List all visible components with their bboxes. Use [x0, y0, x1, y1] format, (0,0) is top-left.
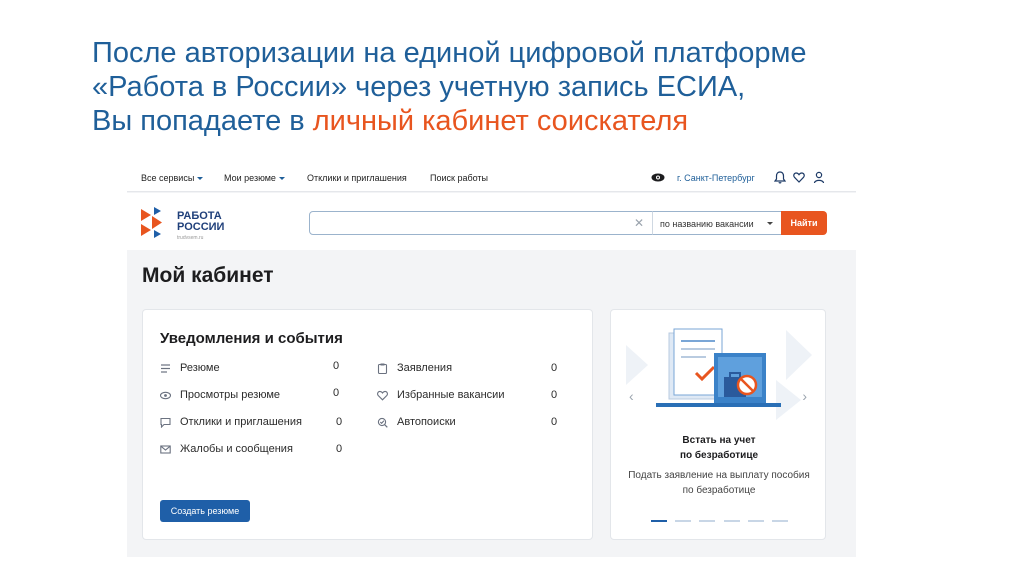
carousel-dot[interactable] — [724, 520, 740, 522]
clear-icon[interactable]: ✕ — [634, 216, 644, 230]
slide-title-prefix: Вы попадаете в — [92, 105, 313, 137]
notifications-card: Уведомления и события Резюме 0 Просмотры… — [142, 309, 593, 540]
search-input[interactable]: ✕ — [309, 211, 653, 235]
notif-count: 0 — [336, 416, 343, 428]
slide-title-accent: личный кабинет соискателя — [312, 105, 689, 137]
clipboard-icon — [377, 363, 388, 374]
notif-count: 0 — [551, 416, 558, 428]
chat-icon — [160, 417, 171, 428]
carousel-indicators — [651, 520, 791, 524]
city-selector[interactable]: г. Санкт-Петербург — [677, 173, 755, 183]
slide-title-line-1: После авторизации на единой цифровой пла… — [92, 37, 807, 69]
logo-line-2: РОССИИ — [177, 221, 225, 233]
chevron-left-icon[interactable]: ‹ — [629, 388, 634, 404]
carousel-dot[interactable] — [699, 520, 715, 522]
menu-my-resumes-label: Мои резюме — [224, 173, 276, 183]
carousel-dot[interactable] — [772, 520, 788, 522]
promo-heading: Встать на учет по безработице — [611, 433, 827, 463]
list-icon — [161, 364, 170, 373]
mail-icon — [160, 445, 171, 454]
menu-responses[interactable]: Отклики и приглашения — [307, 173, 407, 183]
notif-count: 0 — [333, 360, 340, 372]
page-title: Мой кабинет — [142, 264, 274, 287]
find-button[interactable]: Найти — [781, 211, 827, 235]
notif-item-label: Отклики и приглашения — [180, 416, 302, 428]
accessibility-eye-icon[interactable] — [651, 173, 665, 182]
user-icon[interactable] — [813, 171, 825, 184]
menu-my-resumes[interactable]: Мои резюме — [224, 173, 285, 183]
app-screenshot: Все сервисы Мои резюме Отклики и приглаш… — [127, 164, 856, 557]
menu-all-services[interactable]: Все сервисы — [141, 173, 204, 183]
chevron-right-icon[interactable]: › — [802, 388, 807, 404]
menu-all-services-label: Все сервисы — [141, 173, 195, 183]
notif-count: 0 — [336, 443, 343, 455]
notif-item-label: Жалобы и сообщения — [180, 443, 293, 455]
eye-icon — [160, 391, 171, 400]
notif-item-label: Заявления — [397, 362, 453, 374]
promo-heading-line-2: по безработице — [679, 450, 759, 461]
notif-item-label: Просмотры резюме — [180, 389, 281, 401]
notif-item-label: Избранные вакансии — [397, 389, 505, 401]
notifications-title: Уведомления и события — [160, 330, 343, 347]
logo-subtitle: trudvsem.ru — [177, 235, 204, 241]
promo-carousel-card: ‹ › Встать на учет по безработице Подать… — [610, 309, 826, 540]
notif-item-label: Автопоиски — [397, 416, 456, 428]
search-mode-value: по названию вакансии — [660, 219, 754, 229]
promo-text-line-1: Подать заявление на выплату пособия — [628, 470, 810, 481]
unemployment-illustration-icon — [626, 328, 812, 420]
autosearch-icon — [377, 417, 388, 428]
chevron-down-icon — [278, 177, 285, 181]
bell-icon[interactable] — [774, 171, 786, 184]
search-mode-select[interactable]: по названию вакансии — [652, 211, 782, 235]
top-navigation-bar: Все сервисы Мои резюме Отклики и приглаш… — [127, 164, 856, 192]
notif-count: 0 — [551, 389, 558, 401]
notif-count: 0 — [551, 362, 558, 374]
heart-icon — [377, 390, 388, 401]
logo-text: РАБОТА РОССИИ — [177, 211, 224, 233]
slide-title-line-2: «Работа в России» через учетную запись Е… — [92, 71, 746, 103]
heart-icon[interactable] — [793, 171, 805, 184]
menu-job-search[interactable]: Поиск работы — [430, 173, 488, 183]
rabota-rossii-logo-icon[interactable] — [139, 206, 173, 239]
chevron-down-icon — [767, 222, 773, 225]
carousel-dot[interactable] — [748, 520, 764, 522]
create-resume-button[interactable]: Создать резюме — [160, 500, 250, 522]
slide-title: После авторизации на единой цифровой пла… — [92, 36, 992, 138]
chevron-down-icon — [197, 177, 204, 181]
promo-heading-line-1: Встать на учет — [682, 435, 756, 446]
slide-title-line-3: Вы попадаете в личный кабинет соискателя — [92, 104, 992, 138]
notif-item-label: Резюме — [180, 362, 220, 374]
notif-count: 0 — [333, 387, 340, 399]
promo-text-line-2: по безработице — [682, 485, 756, 496]
site-header: РАБОТА РОССИИ trudvsem.ru ✕ по названию … — [127, 193, 856, 250]
promo-text[interactable]: Подать заявление на выплату пособия по б… — [611, 468, 827, 498]
carousel-dot[interactable] — [675, 520, 691, 522]
carousel-dot[interactable] — [651, 520, 667, 522]
